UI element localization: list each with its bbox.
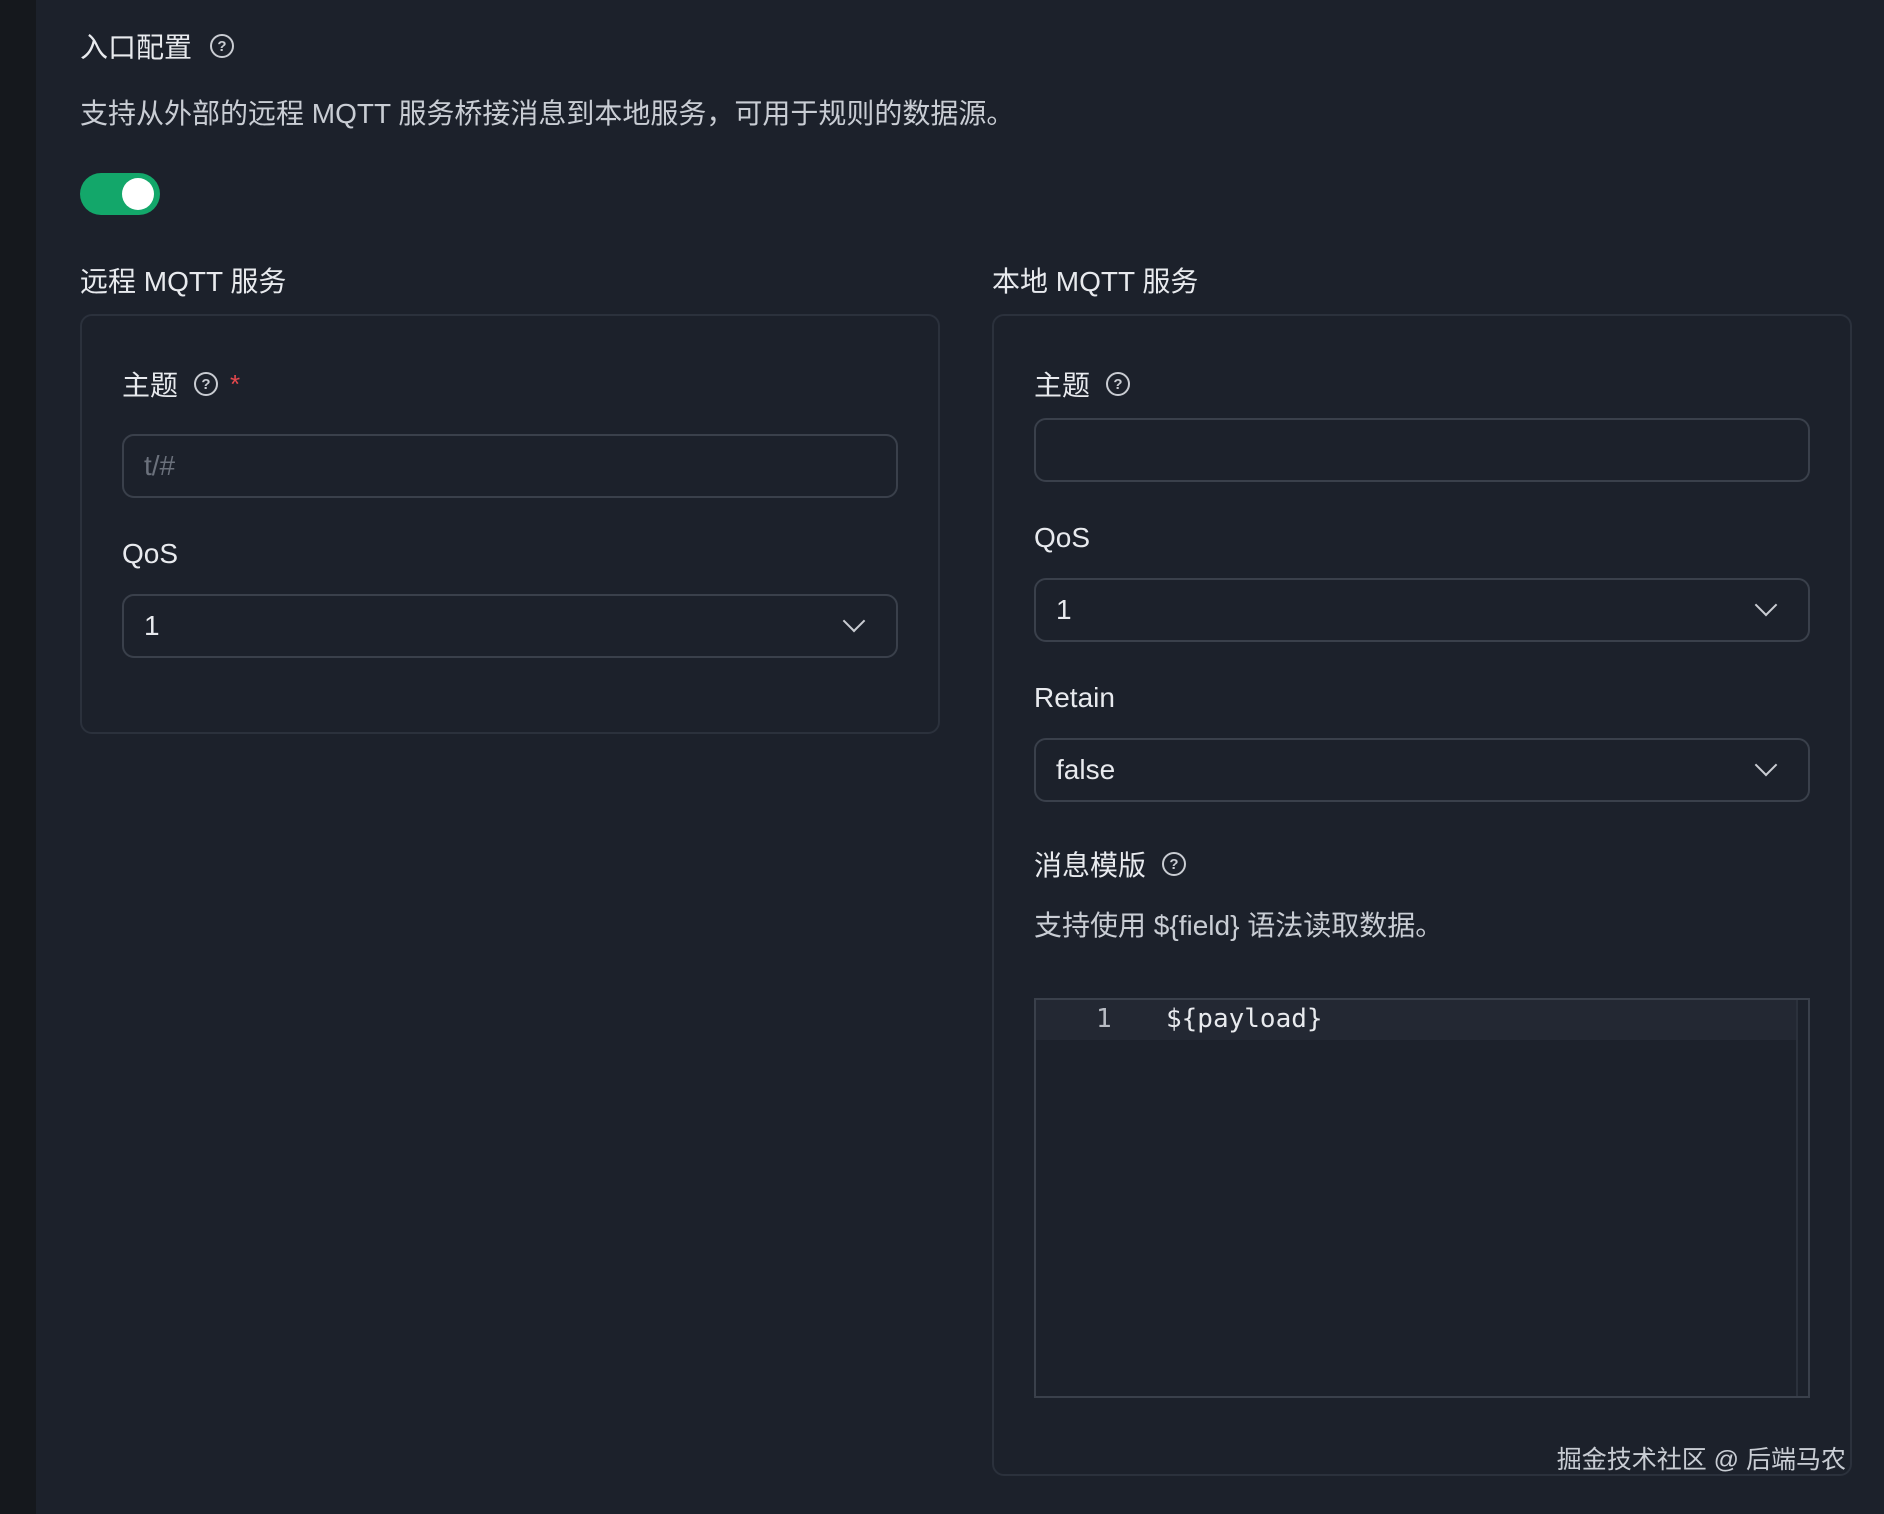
template-code-editor[interactable]: 1 ${payload} <box>1034 998 1810 1398</box>
local-service-title: 本地 MQTT 服务 <box>992 266 1199 297</box>
help-icon[interactable]: ? <box>1106 372 1131 396</box>
left-rail <box>0 0 36 1514</box>
remote-qos-value: 1 <box>144 610 160 641</box>
local-qos-label: QoS <box>1034 522 1090 554</box>
local-retain-value: false <box>1056 754 1116 785</box>
local-qos-select[interactable]: 1 <box>1034 578 1810 642</box>
template-label-text: 消息模版 <box>1034 850 1147 881</box>
local-retain-label: Retain <box>1034 682 1115 714</box>
watermark: 掘金技术社区 @ 后端马农 <box>1556 1446 1846 1474</box>
active-line-highlight <box>1036 1000 1796 1040</box>
local-retain-label-text: Retain <box>1034 682 1115 713</box>
remote-qos-label: QoS <box>122 538 178 570</box>
remote-service-panel: 主题 ? * t/# QoS 1 <box>80 314 940 734</box>
remote-topic-label: 主题 ? * <box>122 364 240 404</box>
toggle-knob <box>122 178 154 210</box>
help-icon[interactable]: ? <box>194 372 219 396</box>
template-help-text: 支持使用 ${field} 语法读取数据。 <box>1034 910 1444 941</box>
template-label: 消息模版 ? <box>1034 844 1187 884</box>
help-icon[interactable]: ? <box>210 34 235 58</box>
local-retain-select[interactable]: false <box>1034 738 1810 802</box>
local-topic-label-text: 主题 <box>1034 370 1091 401</box>
editor-scrollbar[interactable] <box>1796 1000 1808 1396</box>
enable-toggle[interactable] <box>80 173 160 215</box>
required-mark: * <box>230 368 241 399</box>
chevron-down-icon <box>842 609 866 633</box>
help-icon[interactable]: ? <box>1162 852 1187 876</box>
section-title-text: 入口配置 <box>80 32 193 63</box>
template-code-line[interactable]: ${payload} <box>1166 1004 1323 1034</box>
chevron-down-icon <box>1754 753 1778 777</box>
local-topic-input[interactable] <box>1034 418 1810 482</box>
remote-qos-label-text: QoS <box>122 538 179 569</box>
remote-qos-select[interactable]: 1 <box>122 594 898 658</box>
local-qos-value: 1 <box>1056 594 1072 625</box>
chevron-down-icon <box>1754 593 1778 617</box>
remote-topic-label-text: 主题 <box>122 370 179 401</box>
line-number: 1 <box>1096 1004 1112 1034</box>
bridge-config-page: 入口配置 ? 支持从外部的远程 MQTT 服务桥接消息到本地服务，可用于规则的数… <box>80 0 1852 1514</box>
section-title: 入口配置 ? <box>80 26 235 66</box>
local-service-panel: 主题 ? QoS 1 Retain false 消息模版 ? 支持使用 ${fi… <box>992 314 1852 1476</box>
remote-service-title: 远程 MQTT 服务 <box>80 266 287 297</box>
local-qos-label-text: QoS <box>1034 522 1091 553</box>
remote-topic-placeholder: t/# <box>144 450 176 481</box>
local-topic-label: 主题 ? <box>1034 364 1131 404</box>
section-description: 支持从外部的远程 MQTT 服务桥接消息到本地服务，可用于规则的数据源。 <box>80 98 1015 129</box>
remote-topic-input[interactable]: t/# <box>122 434 898 498</box>
